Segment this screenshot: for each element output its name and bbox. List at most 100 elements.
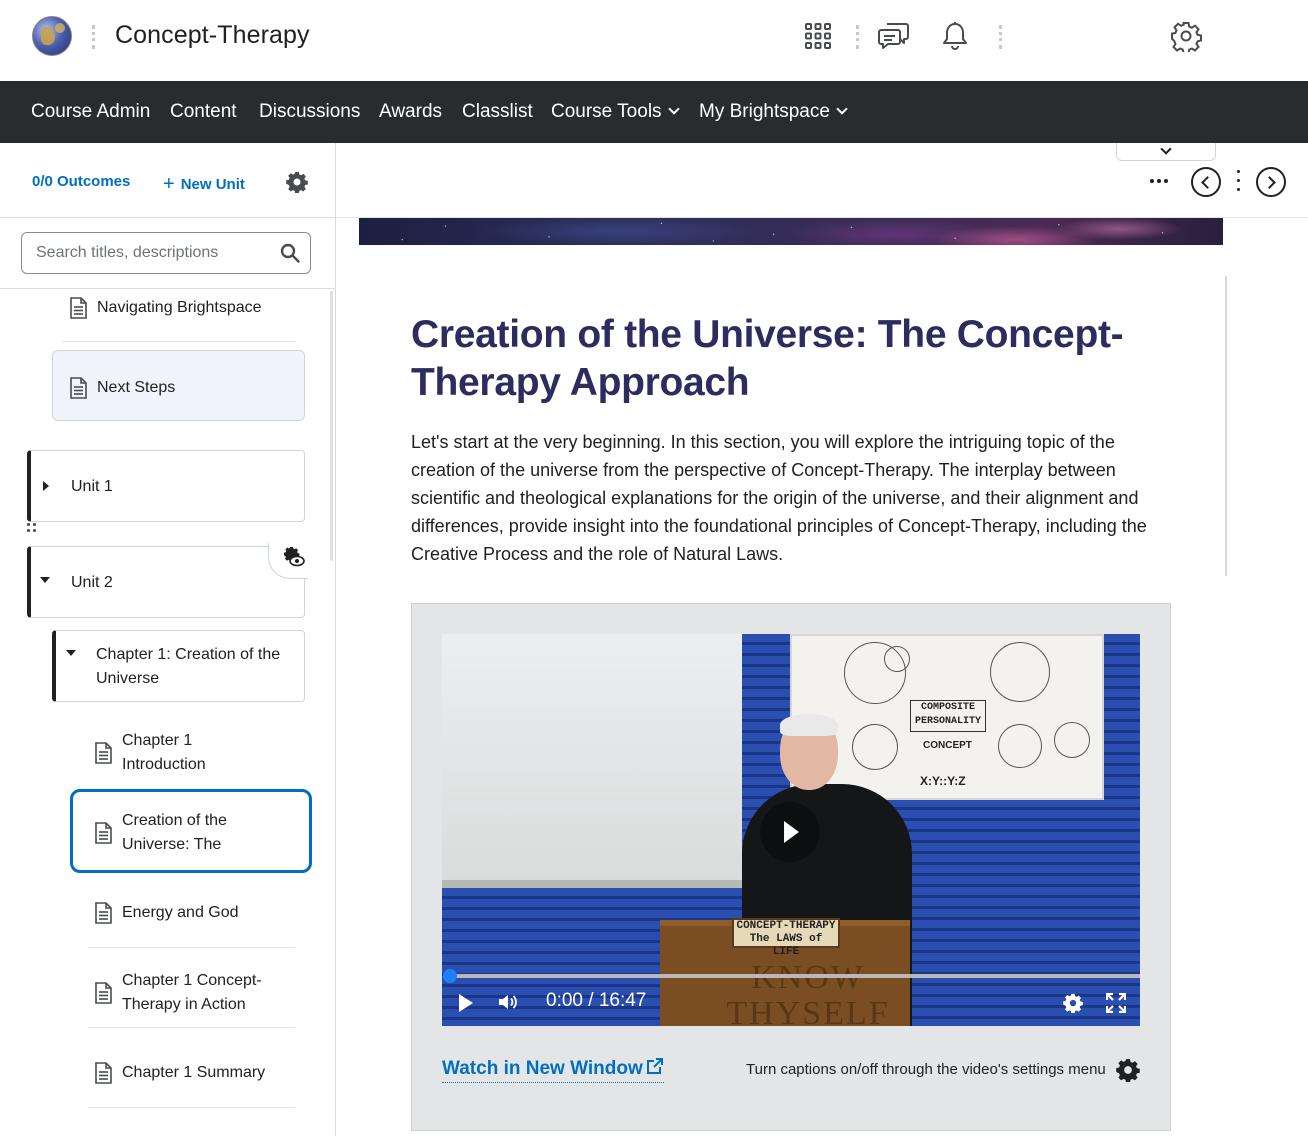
sidebar-header: 0/0 Outcomes + New Unit [0, 143, 336, 218]
video-chart-formula: X:Y::Y:Z [920, 774, 966, 788]
video-chart-concept: CONCEPT [923, 740, 972, 751]
video-center-play-icon[interactable] [760, 802, 820, 862]
nav-course-admin[interactable]: Course Admin [31, 101, 150, 123]
fullscreen-icon[interactable] [1105, 992, 1127, 1018]
search-icon[interactable] [280, 243, 300, 268]
video-chart-poster: COMPOSITE PERSONALITY CONCEPT X:Y::Y:Z [790, 634, 1104, 800]
sidebar-item-label: Chapter 1 Summary [122, 1064, 266, 1081]
sidebar-item-next-steps[interactable]: Next Steps [70, 376, 175, 400]
next-topic-button[interactable] [1256, 167, 1286, 197]
watch-in-new-window-link[interactable]: Watch in New Window [442, 1057, 664, 1083]
nav-content[interactable]: Content [170, 101, 237, 123]
video-progress-bar[interactable] [450, 974, 1140, 978]
chevron-down-icon [667, 103, 680, 115]
nav-discussions[interactable]: Discussions [259, 101, 360, 123]
sidebar-item-creation-of-the-universe[interactable]: Creation of the Universe: The Concept [95, 809, 285, 857]
nav-my-brightspace-label: My Brightspace [699, 101, 830, 122]
item-separator [62, 341, 295, 342]
document-icon [95, 1062, 112, 1084]
watch-link-label: Watch in New Window [442, 1058, 643, 1079]
video-time-display: 0:00 / 16:47 [546, 990, 647, 1011]
kebab-divider-icon [1237, 170, 1241, 194]
expand-arrow-icon[interactable] [43, 481, 49, 491]
sidebar-item-chapter-1-introduction[interactable]: Chapter 1 Introduction [95, 729, 295, 777]
video-speaker-hair [780, 714, 838, 736]
sidebar-item-chapter-1-summary[interactable]: Chapter 1 Summary [95, 1061, 265, 1085]
document-icon [95, 982, 112, 1004]
search-field[interactable] [21, 232, 311, 274]
new-unit-button[interactable]: + New Unit [163, 172, 245, 195]
play-icon[interactable] [459, 994, 473, 1012]
nav-course-tools[interactable]: Course Tools [551, 101, 680, 123]
chevron-down-icon [836, 103, 848, 115]
content-sidebar: 0/0 Outcomes + New Unit Navigating Bright… [0, 143, 336, 1136]
outcomes-link[interactable]: 0/0 Outcomes [32, 173, 130, 190]
video-podium-plaque: CONCEPT-THERAPY The LAWS of LIFE [732, 918, 840, 958]
page-title: Creation of the Universe: The Concept-Th… [411, 313, 1124, 404]
document-icon [95, 822, 112, 844]
chevron-right-icon [1263, 176, 1276, 189]
sidebar-item-label: Chapter 1 Concept-Therapy in Action [122, 972, 262, 1013]
intro-paragraph: Let's start at the very beginning. In th… [411, 432, 1147, 564]
document-icon [95, 902, 112, 924]
bell-icon[interactable] [939, 20, 971, 52]
sidebar-item-navigating-brightspace[interactable]: Navigating Brightspace [70, 296, 262, 320]
nav-my-brightspace[interactable]: My Brightspace [699, 101, 848, 123]
video-chart-box: COMPOSITE PERSONALITY [910, 700, 986, 732]
video-settings-icon[interactable] [1063, 993, 1083, 1018]
video-whiteboard [442, 634, 742, 884]
nav-classlist[interactable]: Classlist [462, 101, 533, 123]
visibility-hidden-icon[interactable] [283, 546, 305, 573]
collapse-header-toggle[interactable] [1116, 143, 1216, 161]
sidebar-item-label: Unit 1 [71, 478, 113, 495]
sidebar-item-label: Energy and God [122, 904, 239, 921]
sidebar-item-label: Chapter 1 Introduction [122, 732, 206, 773]
galaxy-banner-image [359, 218, 1223, 245]
chevron-down-icon [1160, 143, 1172, 155]
sidebar-item-label: Chapter 1: Creation of the Universe [96, 646, 281, 687]
item-separator [88, 1027, 295, 1028]
course-navbar: Course Admin Content Discussions Awards … [0, 81, 1308, 143]
chevron-left-icon [1201, 176, 1214, 189]
chat-bubbles-icon[interactable] [878, 20, 910, 52]
document-icon [70, 377, 87, 399]
sidebar-divider [0, 288, 336, 289]
sidebar-unit-1[interactable] [27, 450, 305, 522]
nav-course-tools-label: Course Tools [551, 101, 662, 122]
video-podium-engraving: KNOW THYSELF [726, 959, 890, 1027]
sidebar-item-energy-and-god[interactable]: Energy and God [95, 901, 239, 925]
course-logo[interactable] [32, 16, 72, 56]
gear-icon[interactable] [1170, 20, 1202, 52]
header-divider [999, 25, 1002, 49]
header-divider [92, 25, 95, 49]
search-input[interactable] [36, 244, 266, 262]
sidebar-unit-2[interactable] [27, 546, 305, 618]
item-separator [88, 947, 295, 948]
sidebar-scrollbar[interactable] [330, 291, 333, 561]
document-icon [95, 742, 112, 764]
sidebar-item-label: Next Steps [97, 379, 176, 396]
captions-settings-icon [1116, 1058, 1140, 1087]
sidebar-item-label: Creation of the Universe: The Concept [122, 812, 227, 853]
item-separator [88, 1107, 295, 1108]
nav-awards[interactable]: Awards [379, 101, 442, 123]
collapse-arrow-icon[interactable] [40, 577, 50, 583]
video-player[interactable]: COMPOSITE PERSONALITY CONCEPT X:Y::Y:Z C… [442, 634, 1140, 1026]
content-scrollbar[interactable] [1225, 276, 1227, 576]
previous-topic-button[interactable] [1191, 167, 1221, 197]
sidebar-item-label: Navigating Brightspace [97, 299, 262, 316]
top-header: Concept-Therapy [0, 0, 1308, 81]
volume-icon[interactable] [498, 993, 518, 1016]
video-whiteboard-ledge [442, 880, 742, 888]
video-progress-handle[interactable] [443, 969, 457, 983]
sidebar-item-concept-therapy-in-action[interactable]: Chapter 1 Concept-Therapy in Action [95, 969, 295, 1017]
document-icon [70, 297, 87, 319]
sidebar-settings-icon[interactable] [286, 171, 308, 198]
external-link-icon [646, 1058, 663, 1074]
waffle-grid-icon[interactable] [802, 20, 834, 52]
captions-hint: Turn captions on/off through the video's… [746, 1061, 1106, 1078]
collapse-arrow-icon[interactable] [66, 650, 76, 656]
header-divider [856, 25, 859, 49]
course-title[interactable]: Concept-Therapy [115, 21, 310, 50]
more-options-icon[interactable] [1150, 179, 1170, 185]
